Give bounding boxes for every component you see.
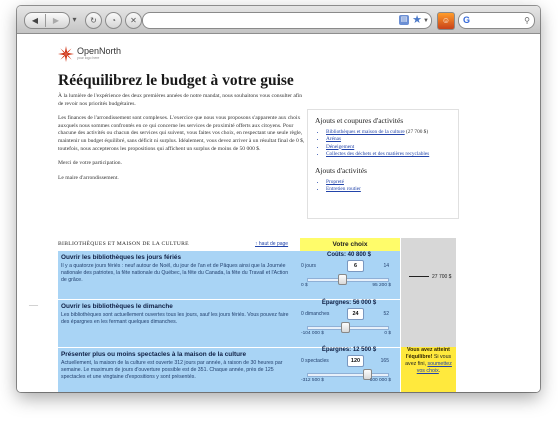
page-content: OpenNorth your logo here Rééquilibrez le… bbox=[17, 34, 540, 392]
slider[interactable] bbox=[299, 369, 399, 380]
max-unit-label: 14 bbox=[383, 263, 389, 269]
total-value: 27 700 $ bbox=[432, 274, 452, 280]
activity-control: Épargnes: 56 000 $ 0 dimanches 24 52 -10… bbox=[299, 300, 399, 338]
nav-link-cleanliness[interactable]: Propreté bbox=[326, 179, 344, 185]
value-input[interactable]: 24 bbox=[347, 308, 364, 320]
min-unit-label: 0 spectacles bbox=[301, 358, 329, 364]
nav-item: Bibliothèques et maison de la culture (2… bbox=[326, 129, 458, 136]
min-unit-label: 0 jours bbox=[301, 263, 317, 269]
slider[interactable] bbox=[299, 274, 399, 285]
max-unit-label: 52 bbox=[383, 311, 389, 317]
activity-control: Épargnes: 12 500 $ 0 spectacles 120 165 … bbox=[299, 347, 399, 385]
browser-window: ◀ ▶ ▾ ↻ ◔ ✕ ▤ ★ ▼ ☺ G ⚲ OpenNorth your l… bbox=[17, 6, 540, 392]
activity-title: Ouvrir les bibliothèques les jours férié… bbox=[61, 254, 182, 261]
stop-button[interactable]: ✕ bbox=[125, 12, 142, 29]
nav-link-road-maintenance[interactable]: Entretien routier bbox=[326, 186, 361, 192]
url-dropdown-icon[interactable]: ▼ bbox=[423, 14, 429, 28]
back-to-top-link[interactable]: ↑ haut de page bbox=[255, 241, 288, 247]
brand-tagline: your logo here bbox=[77, 56, 100, 60]
min-unit-label: 0 dimanches bbox=[301, 311, 330, 317]
intro-paragraph: Le maire d'arrondissement. bbox=[58, 174, 119, 181]
intro-paragraph: À la lumière de l'expérience des deux pr… bbox=[58, 93, 303, 107]
activity-description: Les bibliothèques sont actuellement ouve… bbox=[61, 312, 289, 325]
left-marker: ––– bbox=[29, 303, 38, 309]
value-row: 0 dimanches 24 52 bbox=[299, 308, 399, 320]
intro-paragraph: Merci de votre participation. bbox=[58, 160, 122, 167]
balance-reached-notice: Vous avez atteint l'équilibre! Si vous a… bbox=[401, 347, 456, 392]
value-input[interactable]: 6 bbox=[347, 260, 364, 272]
intro-paragraph: Les finances de l'arrondissement sont co… bbox=[58, 115, 305, 152]
nav-button-group: ◀ ▶ bbox=[24, 12, 70, 29]
max-money-label: 0 $ bbox=[384, 331, 391, 336]
home-button[interactable]: ◔ bbox=[105, 12, 122, 29]
value-input[interactable]: 120 bbox=[347, 355, 364, 367]
nav-heading-changes: Ajouts et coupures d'activités bbox=[315, 116, 404, 125]
total-indicator-line bbox=[409, 276, 429, 278]
addon-icon[interactable]: ☺ bbox=[437, 12, 455, 30]
nav-link-arenas[interactable]: Arénas bbox=[326, 136, 341, 142]
bookmark-star-icon[interactable]: ★ bbox=[412, 13, 422, 27]
nav-link-amount: (27 700 $) bbox=[406, 129, 429, 135]
nav-list-additions: Propreté Entretien routier bbox=[326, 179, 458, 194]
nav-item: Entretien routier bbox=[326, 186, 458, 193]
running-total: 27 700 $ bbox=[409, 274, 451, 280]
cost-label: Épargnes: 56 000 $ bbox=[321, 300, 377, 306]
your-choice-header: Votre choix bbox=[300, 238, 400, 251]
min-money-label: -312 500 $ bbox=[301, 378, 324, 383]
activity-control: Coûts: 40 800 $ 0 jours 6 14 0 $ 95 200 … bbox=[299, 252, 399, 290]
nav-item: Arénas bbox=[326, 136, 458, 143]
notice-end: . bbox=[438, 368, 441, 374]
value-row: 0 jours 6 14 bbox=[299, 260, 399, 272]
value-row: 0 spectacles 120 165 bbox=[299, 355, 399, 367]
nav-item: Propreté bbox=[326, 179, 458, 186]
activity-block: Ouvrir les bibliothèques les jours férié… bbox=[61, 254, 293, 284]
nav-link-waste-collection[interactable]: Collectes des déchets et des matières re… bbox=[326, 151, 429, 157]
cost-label: Coûts: 40 800 $ bbox=[326, 252, 372, 258]
activity-block: Ouvrir les bibliothèques le dimanche Les… bbox=[61, 303, 293, 326]
search-engine-icon[interactable]: G bbox=[463, 13, 470, 28]
back-button[interactable]: ◀ bbox=[25, 13, 45, 28]
browser-toolbar: ◀ ▶ ▾ ↻ ◔ ✕ ▤ ★ ▼ ☺ G ⚲ bbox=[17, 6, 540, 34]
opennorth-logo-icon bbox=[58, 46, 74, 62]
money-range: -104 000 $ 0 $ bbox=[299, 331, 399, 338]
search-icon[interactable]: ⚲ bbox=[524, 13, 530, 28]
cost-label: Épargnes: 12 500 $ bbox=[321, 347, 377, 353]
min-money-label: 0 $ bbox=[301, 283, 308, 288]
money-range: -312 500 $ 100 000 $ bbox=[299, 378, 399, 385]
slider-track bbox=[307, 373, 389, 377]
activity-description: Il y a quatorze jours fériés : neuf auto… bbox=[61, 263, 289, 283]
search-bar[interactable]: G ⚲ bbox=[458, 12, 535, 29]
nav-item: Collectes des déchets et des matières re… bbox=[326, 151, 458, 158]
min-money-label: -104 000 $ bbox=[301, 331, 324, 336]
intro-text: À la lumière de l'expérience des deux pr… bbox=[58, 93, 306, 189]
activity-description: Actuellement, la maison de la culture es… bbox=[61, 360, 283, 380]
max-money-label: 95 200 $ bbox=[372, 283, 391, 288]
brand-name: OpenNorth bbox=[77, 46, 122, 56]
money-range: 0 $ 95 200 $ bbox=[299, 283, 399, 290]
activity-block: Présenter plus ou moins spectacles à la … bbox=[61, 351, 293, 381]
activity-title: Ouvrir les bibliothèques le dimanche bbox=[61, 303, 173, 310]
url-bar[interactable]: ▤ ★ ▼ bbox=[142, 12, 432, 29]
page-title: Rééquilibrez le budget à votre guise bbox=[58, 72, 294, 89]
max-unit-label: 165 bbox=[380, 358, 389, 364]
nav-list-changes: Bibliothèques et maison de la culture (2… bbox=[326, 129, 458, 158]
rss-icon[interactable]: ▤ bbox=[399, 15, 409, 25]
history-dropdown-icon[interactable]: ▾ bbox=[70, 12, 79, 27]
nav-link-libraries[interactable]: Bibliothèques et maison de la culture bbox=[326, 129, 405, 135]
reload-button[interactable]: ↻ bbox=[85, 12, 102, 29]
nav-item: Déneigement bbox=[326, 144, 458, 151]
nav-link-snow-removal[interactable]: Déneigement bbox=[326, 144, 354, 150]
nav-heading-additions: Ajouts d'activités bbox=[315, 166, 367, 176]
max-money-label: 100 000 $ bbox=[369, 378, 391, 383]
slider-track bbox=[307, 278, 389, 282]
brand-logo[interactable]: OpenNorth your logo here bbox=[58, 46, 121, 62]
slider[interactable] bbox=[299, 322, 399, 333]
activities-nav-box: Ajouts et coupures d'activités Bibliothè… bbox=[307, 109, 459, 219]
activity-title: Présenter plus ou moins spectacles à la … bbox=[61, 351, 247, 358]
forward-button[interactable]: ▶ bbox=[46, 13, 66, 28]
